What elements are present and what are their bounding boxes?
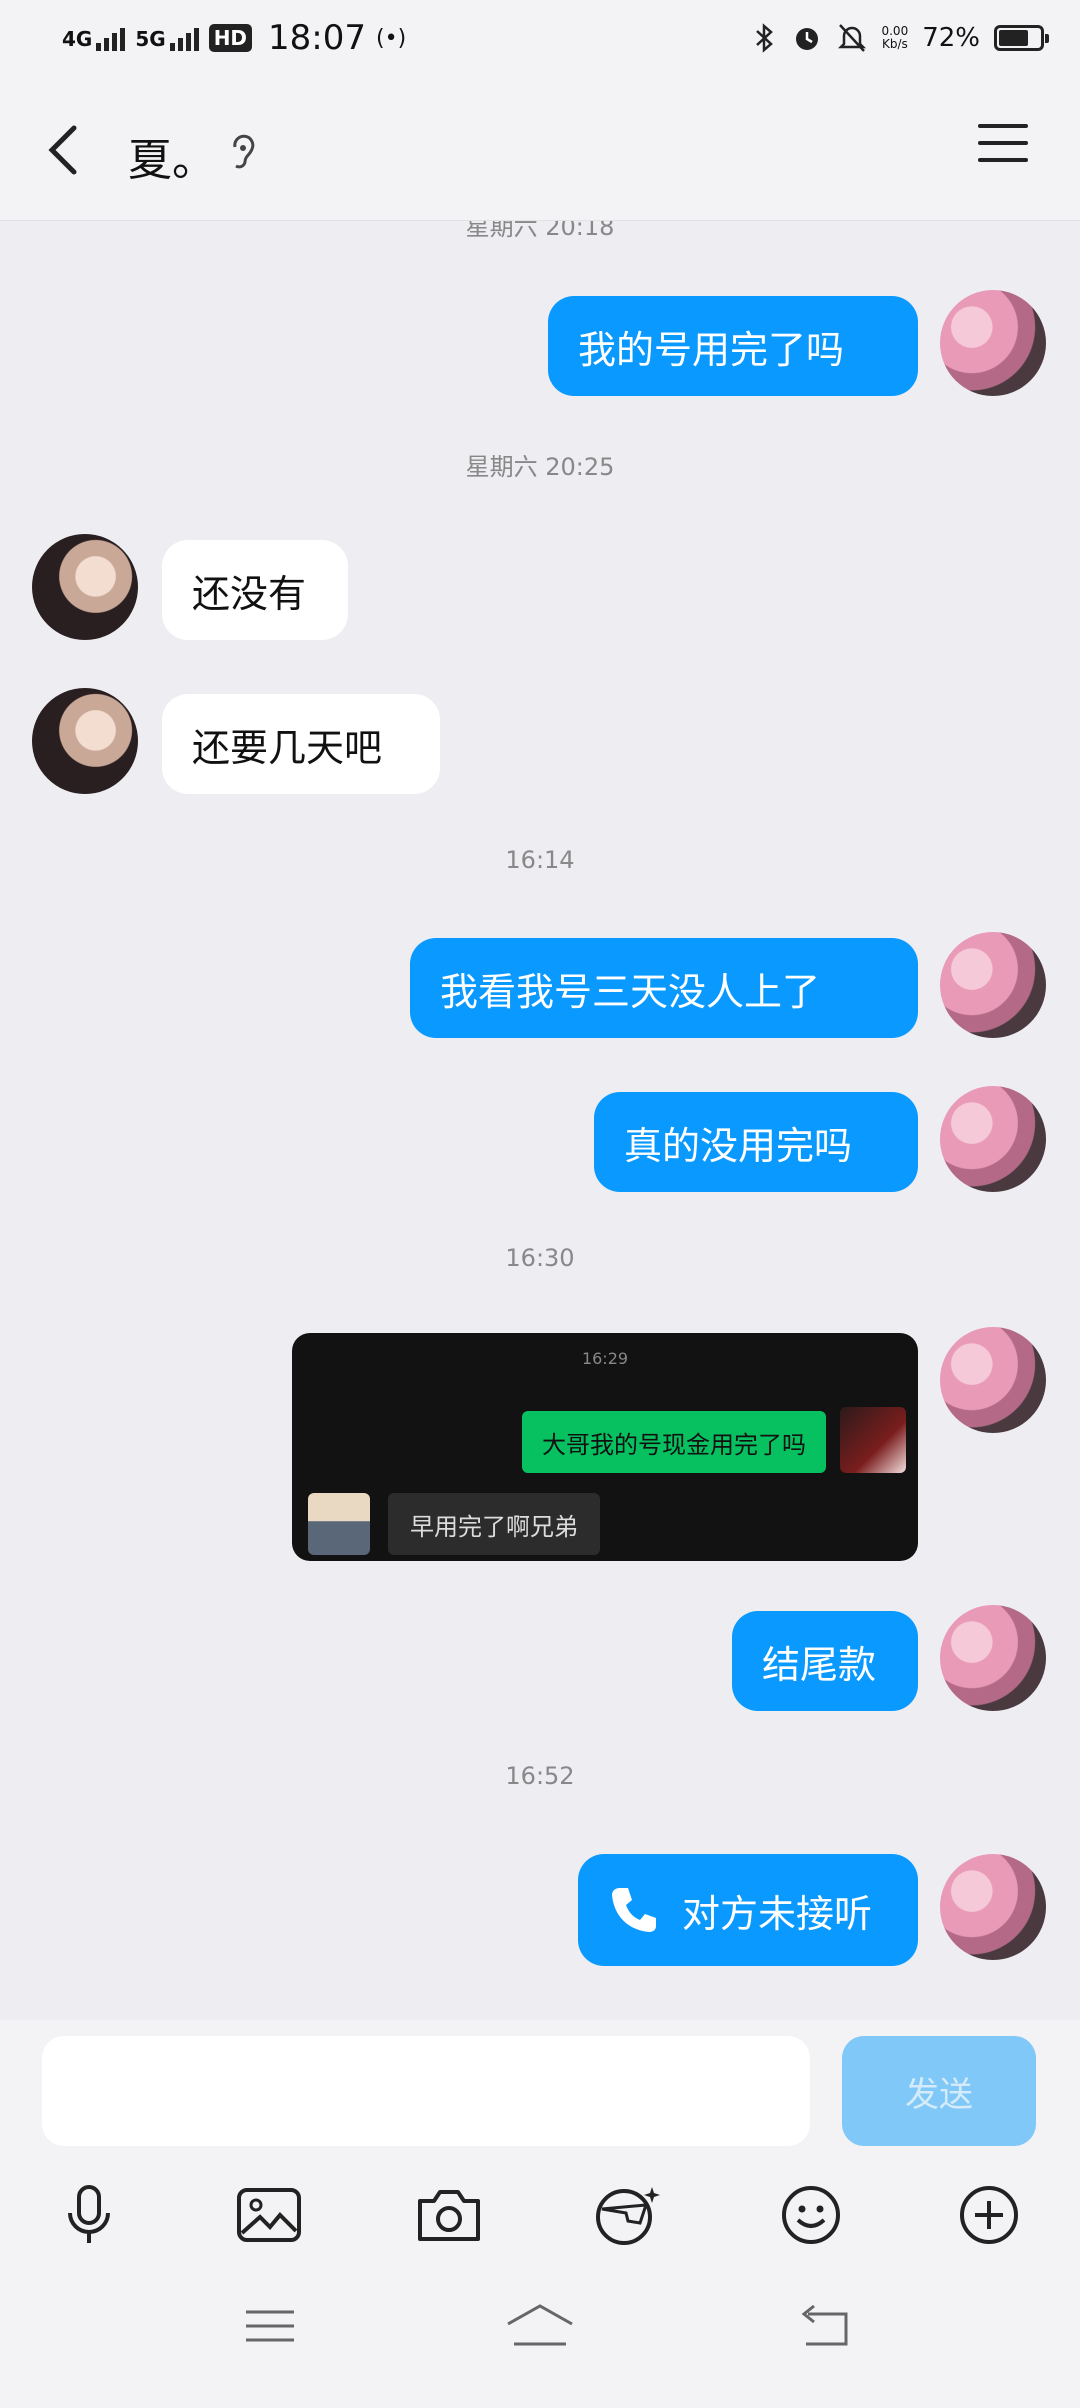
image-icon xyxy=(237,2188,301,2242)
net-speed-unit: Kb/s xyxy=(881,37,908,51)
message-list[interactable]: 星期六 20:18 我的号用完了吗 星期六 20:25 还没有 还要几天吧 16… xyxy=(0,221,1080,2021)
ear-icon[interactable] xyxy=(228,132,258,174)
message-outgoing[interactable]: 真的没用完吗 xyxy=(594,1092,918,1192)
image-button[interactable] xyxy=(234,2180,304,2250)
card-avatar xyxy=(308,1493,370,1555)
signal-bars-icon xyxy=(169,25,199,51)
hotspot-icon: (•) xyxy=(376,25,407,51)
status-right: 0.00 Kb/s 72% xyxy=(753,22,1049,54)
avatar-me[interactable] xyxy=(940,290,1046,396)
signal-bars-icon xyxy=(96,25,126,51)
avatar-contact[interactable] xyxy=(32,688,138,794)
menu-button[interactable] xyxy=(978,124,1028,174)
avatar-me[interactable] xyxy=(940,1854,1046,1960)
message-outgoing[interactable]: 我看我号三天没人上了 xyxy=(410,938,918,1038)
message-incoming[interactable]: 还没有 xyxy=(162,540,348,640)
call-status: 对方未接听 xyxy=(682,1891,873,1936)
voice-button[interactable] xyxy=(54,2180,124,2250)
avatar-me[interactable] xyxy=(940,1605,1046,1711)
status-time: 18:07 xyxy=(268,18,367,58)
message-outgoing[interactable]: 我的号用完了吗 xyxy=(548,296,918,396)
contact-name[interactable]: 夏。 xyxy=(128,124,216,188)
battery-percent: 72% xyxy=(922,23,980,53)
input-bar: 发送 xyxy=(0,2020,1080,2260)
avatar-me[interactable] xyxy=(940,1086,1046,1192)
back-arrow-icon[interactable] xyxy=(40,120,90,180)
menu-icon[interactable] xyxy=(240,2296,300,2356)
timestamp: 16:30 xyxy=(505,1244,575,1272)
net-speed: 0.00 Kb/s xyxy=(881,25,908,51)
sticker-button[interactable] xyxy=(592,2180,662,2250)
send-button[interactable]: 发送 xyxy=(842,2036,1036,2146)
status-bar: 4G 5G HD 18:07 (•) 0.00 Kb/s 72% xyxy=(0,0,1080,80)
input-toolbar xyxy=(0,2180,1080,2260)
message-outgoing[interactable]: 结尾款 xyxy=(732,1611,918,1711)
timestamp: 星期六 20:25 xyxy=(465,453,615,481)
camera-button[interactable] xyxy=(414,2180,484,2250)
mic-icon xyxy=(68,2185,110,2243)
card-incoming-text: 早用完了啊兄弟 xyxy=(388,1493,600,1555)
system-nav-bar xyxy=(0,2260,1080,2408)
more-button[interactable] xyxy=(954,2180,1024,2250)
bell-muted-icon xyxy=(838,24,867,52)
emoji-icon xyxy=(782,2186,840,2244)
sim2-label: 5G xyxy=(135,27,166,51)
battery-icon xyxy=(994,25,1049,51)
phone-icon xyxy=(612,1888,656,1932)
signal-sim2: 5G xyxy=(135,25,199,51)
emoji-button[interactable] xyxy=(776,2180,846,2250)
avatar-me[interactable] xyxy=(940,932,1046,1038)
bluetooth-icon xyxy=(756,23,774,53)
timestamp: 星期六 20:18 xyxy=(465,221,615,241)
card-avatar xyxy=(840,1407,906,1473)
screenshot-image-message[interactable]: 16:29 大哥我的号现金用完了吗 早用完了啊兄弟 xyxy=(292,1333,918,1561)
sticker-icon xyxy=(596,2187,660,2245)
card-outgoing-text: 大哥我的号现金用完了吗 xyxy=(522,1411,826,1473)
avatar-contact[interactable] xyxy=(32,534,138,640)
avatar-me[interactable] xyxy=(940,1327,1046,1433)
timestamp: 16:52 xyxy=(505,1762,575,1790)
alarm-icon xyxy=(796,28,819,50)
hd-badge: HD xyxy=(208,24,253,52)
plus-icon xyxy=(960,2186,1018,2244)
message-incoming[interactable]: 还要几天吧 xyxy=(162,694,440,794)
signal-sim1: 4G xyxy=(62,25,126,51)
timestamp: 16:14 xyxy=(505,846,575,874)
chat-header: 夏。 xyxy=(0,80,1080,221)
status-left: 4G 5G HD 18:07 (•) xyxy=(62,18,406,58)
call-message[interactable]: 对方未接听 xyxy=(578,1854,918,1966)
home-icon[interactable] xyxy=(504,2296,576,2356)
back-icon[interactable] xyxy=(792,2296,852,2356)
sim1-label: 4G xyxy=(62,27,93,51)
card-timestamp: 16:29 xyxy=(581,1349,629,1368)
camera-icon xyxy=(418,2190,480,2241)
message-input[interactable] xyxy=(42,2036,810,2146)
